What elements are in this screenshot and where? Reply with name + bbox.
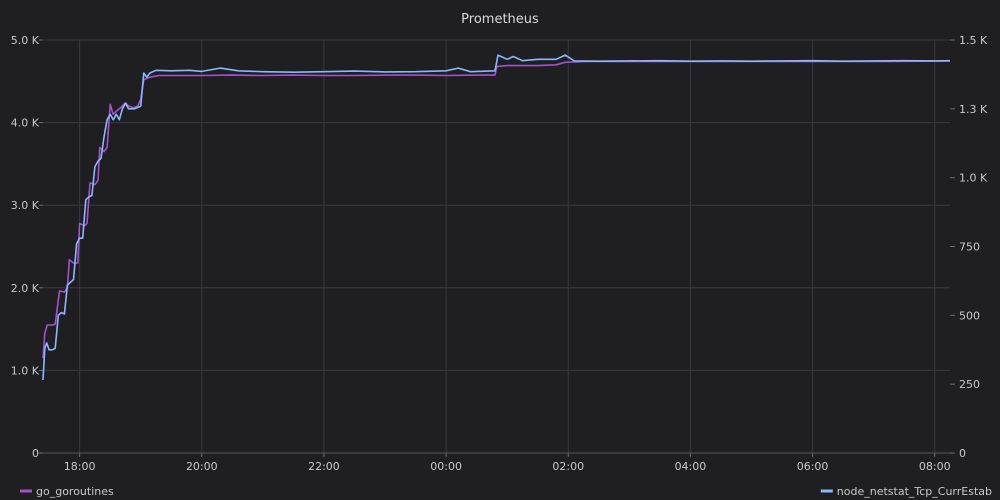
- y-right-tick-label: 0: [959, 447, 966, 460]
- x-tick-label: 20:00: [186, 460, 218, 473]
- x-tick-label: 22:00: [308, 460, 340, 473]
- y-left-tick-label: 1.0 K: [11, 364, 40, 377]
- grid: [43, 39, 950, 454]
- y-right-tick-label: 750: [959, 241, 980, 254]
- y-left-tick-label: 3.0 K: [11, 199, 40, 212]
- legend[interactable]: go_goroutines node_netstat_Tcp_CurrEstab: [20, 485, 992, 498]
- y-right-tick-label: 250: [959, 378, 980, 391]
- y-right-tick-label: 1.3 K: [959, 103, 988, 116]
- series-line-go-goroutines[interactable]: [42, 60, 950, 359]
- y-right-tick-label: 500: [959, 309, 980, 322]
- x-tick-label: 06:00: [797, 460, 829, 473]
- series-group: [42, 54, 951, 381]
- series-line-node-netstat-tcp-currestab[interactable]: [42, 54, 951, 381]
- y-left-tick-label: 0: [32, 447, 39, 460]
- legend-label-node-netstat-tcp-currestab[interactable]: node_netstat_Tcp_CurrEstab: [837, 485, 992, 498]
- x-tick-label: 02:00: [552, 460, 584, 473]
- x-tick-label: 08:00: [919, 460, 951, 473]
- y-left-tick-label: 5.0 K: [11, 34, 40, 47]
- x-axis: 18:00 20:00 22:00 00:00 02:00 04:00 06:00 08:00: [43, 452, 951, 473]
- legend-label-go-goroutines[interactable]: go_goroutines: [36, 485, 114, 498]
- x-tick-label: 18:00: [64, 460, 96, 473]
- chart-title: Prometheus: [461, 12, 539, 27]
- y-left-tick-label: 2.0 K: [11, 282, 40, 295]
- y-left-tick-label: 4.0 K: [11, 117, 40, 130]
- y-axis-left: 0 1.0 K 2.0 K 3.0 K 4.0 K 5.0 K: [11, 34, 43, 460]
- x-tick-label: 00:00: [430, 460, 462, 473]
- y-right-tick-label: 1.5 K: [959, 34, 988, 47]
- y-right-tick-label: 1.0 K: [959, 172, 988, 185]
- chart: Prometheus 01.0 K2.0 K3.0 K4.0 K5.0 K 02…: [11, 12, 992, 498]
- x-tick-label: 04:00: [675, 460, 707, 473]
- y-axis-right: 0 250 500 750 1.0 K 1.3 K 1.5 K: [950, 34, 988, 460]
